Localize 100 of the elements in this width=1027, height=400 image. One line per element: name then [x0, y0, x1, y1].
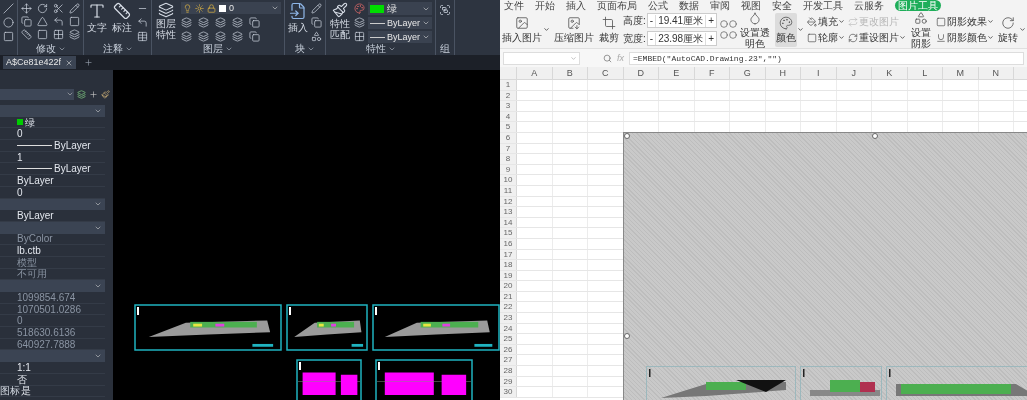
menu-tab[interactable]: 开始 — [535, 0, 555, 11]
menu-tab[interactable]: 安全 — [772, 0, 792, 11]
ribbon-button[interactable]: 颜色 — [775, 12, 797, 47]
size-value: 19.41厘米 — [657, 14, 705, 27]
row-header[interactable]: 17 — [500, 249, 517, 260]
menu-tab[interactable]: 数据 — [679, 0, 699, 11]
row-header[interactable]: 30 — [500, 387, 517, 397]
file-tab[interactable]: A$Ce81e422f — [3, 56, 77, 69]
row-header[interactable]: 7 — [500, 143, 517, 154]
ribbon-button[interactable]: 阴影效果 — [936, 16, 987, 27]
row-header[interactable]: 26 — [500, 344, 517, 355]
ribbon-button[interactable]: 填充 — [807, 16, 838, 27]
panel-label: 组 — [440, 42, 450, 55]
row-header[interactable]: 22 — [500, 302, 517, 313]
row-header[interactable]: 25 — [500, 334, 517, 344]
row-header[interactable]: 16 — [500, 238, 517, 249]
dimension-tool-button[interactable]: 标注 — [112, 2, 132, 42]
menu-tab[interactable]: 文件 — [504, 0, 524, 11]
increment-button[interactable]: + — [705, 14, 716, 27]
ribbon-button[interactable]: 轮廓 — [807, 32, 838, 43]
linetype-dropdown[interactable]: ByLayer — [368, 31, 432, 43]
menu-tab[interactable]: 公式 — [648, 0, 668, 11]
column-header[interactable]: F — [694, 67, 730, 79]
size-field[interactable]: - 19.41厘米 + — [646, 13, 717, 28]
property-value: 1070501.0286 — [17, 303, 81, 315]
linetype-dropdown[interactable]: ByLayer — [368, 17, 432, 29]
ribbon-button[interactable]: 裁剪 — [598, 12, 620, 47]
menu-tab[interactable]: 审阅 — [710, 0, 730, 11]
row-header[interactable]: 27 — [500, 355, 517, 366]
column-header[interactable]: A — [517, 67, 553, 79]
ribbon-button[interactable]: 压缩图片 — [553, 12, 595, 47]
property-value: 1:1 — [17, 361, 31, 373]
row-header[interactable]: 5 — [500, 122, 517, 132]
row-header[interactable]: 15 — [500, 228, 517, 238]
property-value: 不可用 — [17, 268, 47, 280]
ribbon-button[interactable]: 设置阴影 — [909, 12, 933, 47]
panel-label: 注释 — [102, 42, 123, 55]
menu-tab[interactable]: 视图 — [741, 0, 761, 11]
row-header[interactable]: 3 — [500, 101, 517, 111]
insert-block-button[interactable]: 插入 — [288, 2, 308, 42]
color-dropdown[interactable]: 绿 — [368, 2, 432, 15]
row-header[interactable]: 11 — [500, 185, 517, 196]
increment-button[interactable]: + — [705, 32, 716, 45]
column-header[interactable]: J — [836, 67, 872, 79]
row-header[interactable]: 6 — [500, 132, 517, 143]
ribbon-button[interactable]: 旋转 — [997, 12, 1019, 47]
row-header[interactable]: 24 — [500, 323, 517, 334]
panel-label: 块 — [295, 42, 305, 55]
row-header[interactable]: 2 — [500, 90, 517, 101]
property-value: 0 — [17, 186, 23, 198]
text-tool-button[interactable]: 文字 — [87, 2, 107, 42]
ribbon-button[interactable]: 重设图片 — [848, 32, 899, 43]
column-header[interactable]: I — [801, 67, 837, 79]
row-header[interactable]: 29 — [500, 376, 517, 387]
layer-properties-button[interactable]: 图层特性 — [155, 2, 177, 42]
row-header[interactable]: 8 — [500, 154, 517, 164]
row-header[interactable]: 21 — [500, 291, 517, 302]
ribbon-button[interactable]: 设置透明色 — [738, 12, 772, 47]
column-header[interactable]: G — [730, 67, 766, 79]
decrement-button[interactable]: - — [647, 32, 657, 45]
menu-tab[interactable]: 开发工具 — [803, 0, 843, 11]
ribbon-button[interactable]: 阴影颜色 — [936, 32, 987, 43]
row-header[interactable]: 23 — [500, 313, 517, 323]
row-header[interactable]: 28 — [500, 366, 517, 376]
property-value: ByLayer — [17, 174, 54, 186]
column-header[interactable]: C — [588, 67, 624, 79]
row-header[interactable]: 19 — [500, 270, 517, 281]
row-header[interactable]: 10 — [500, 175, 517, 185]
column-header[interactable]: D — [623, 67, 659, 79]
property-label: 图标 — [0, 385, 20, 397]
column-header[interactable]: E — [659, 67, 695, 79]
row-header[interactable]: 20 — [500, 281, 517, 291]
menu-tab[interactable]: 页面布局 — [597, 0, 637, 11]
menu-tab[interactable]: 云服务 — [854, 0, 884, 11]
column-header[interactable]: H — [765, 67, 801, 79]
color-name: 绿 — [387, 3, 397, 14]
row-header[interactable]: 18 — [500, 260, 517, 270]
property-value: lb.ctb — [17, 245, 41, 257]
column-header[interactable]: M — [943, 67, 979, 79]
column-header[interactable]: N — [978, 67, 1014, 79]
menu-tab[interactable]: 插入 — [566, 0, 586, 11]
file-tab-label: A$Ce81e422f — [6, 55, 62, 69]
column-header[interactable]: K — [872, 67, 908, 79]
ribbon-button[interactable]: 插入图片 — [501, 12, 543, 47]
row-header[interactable]: 12 — [500, 196, 517, 207]
row-header[interactable]: 1 — [500, 80, 517, 90]
property-value: 是 — [21, 385, 31, 397]
row-header[interactable]: 13 — [500, 207, 517, 217]
column-header[interactable]: L — [907, 67, 943, 79]
formula-field[interactable]: =EMBED("AutoCAD.Drawing.23","") — [629, 51, 1024, 65]
decrement-button[interactable]: - — [647, 14, 657, 27]
size-field[interactable]: - 23.98厘米 + — [646, 31, 717, 46]
layer-dropdown[interactable]: 0 — [181, 2, 281, 14]
row-header[interactable]: 14 — [500, 217, 517, 228]
match-properties-button[interactable]: 特性匹配 — [329, 2, 351, 43]
row-header[interactable]: 4 — [500, 111, 517, 122]
property-value: 绿 — [25, 116, 35, 128]
property-value: 1099854.674 — [17, 291, 76, 303]
row-header[interactable]: 9 — [500, 164, 517, 175]
column-header[interactable]: B — [552, 67, 588, 79]
